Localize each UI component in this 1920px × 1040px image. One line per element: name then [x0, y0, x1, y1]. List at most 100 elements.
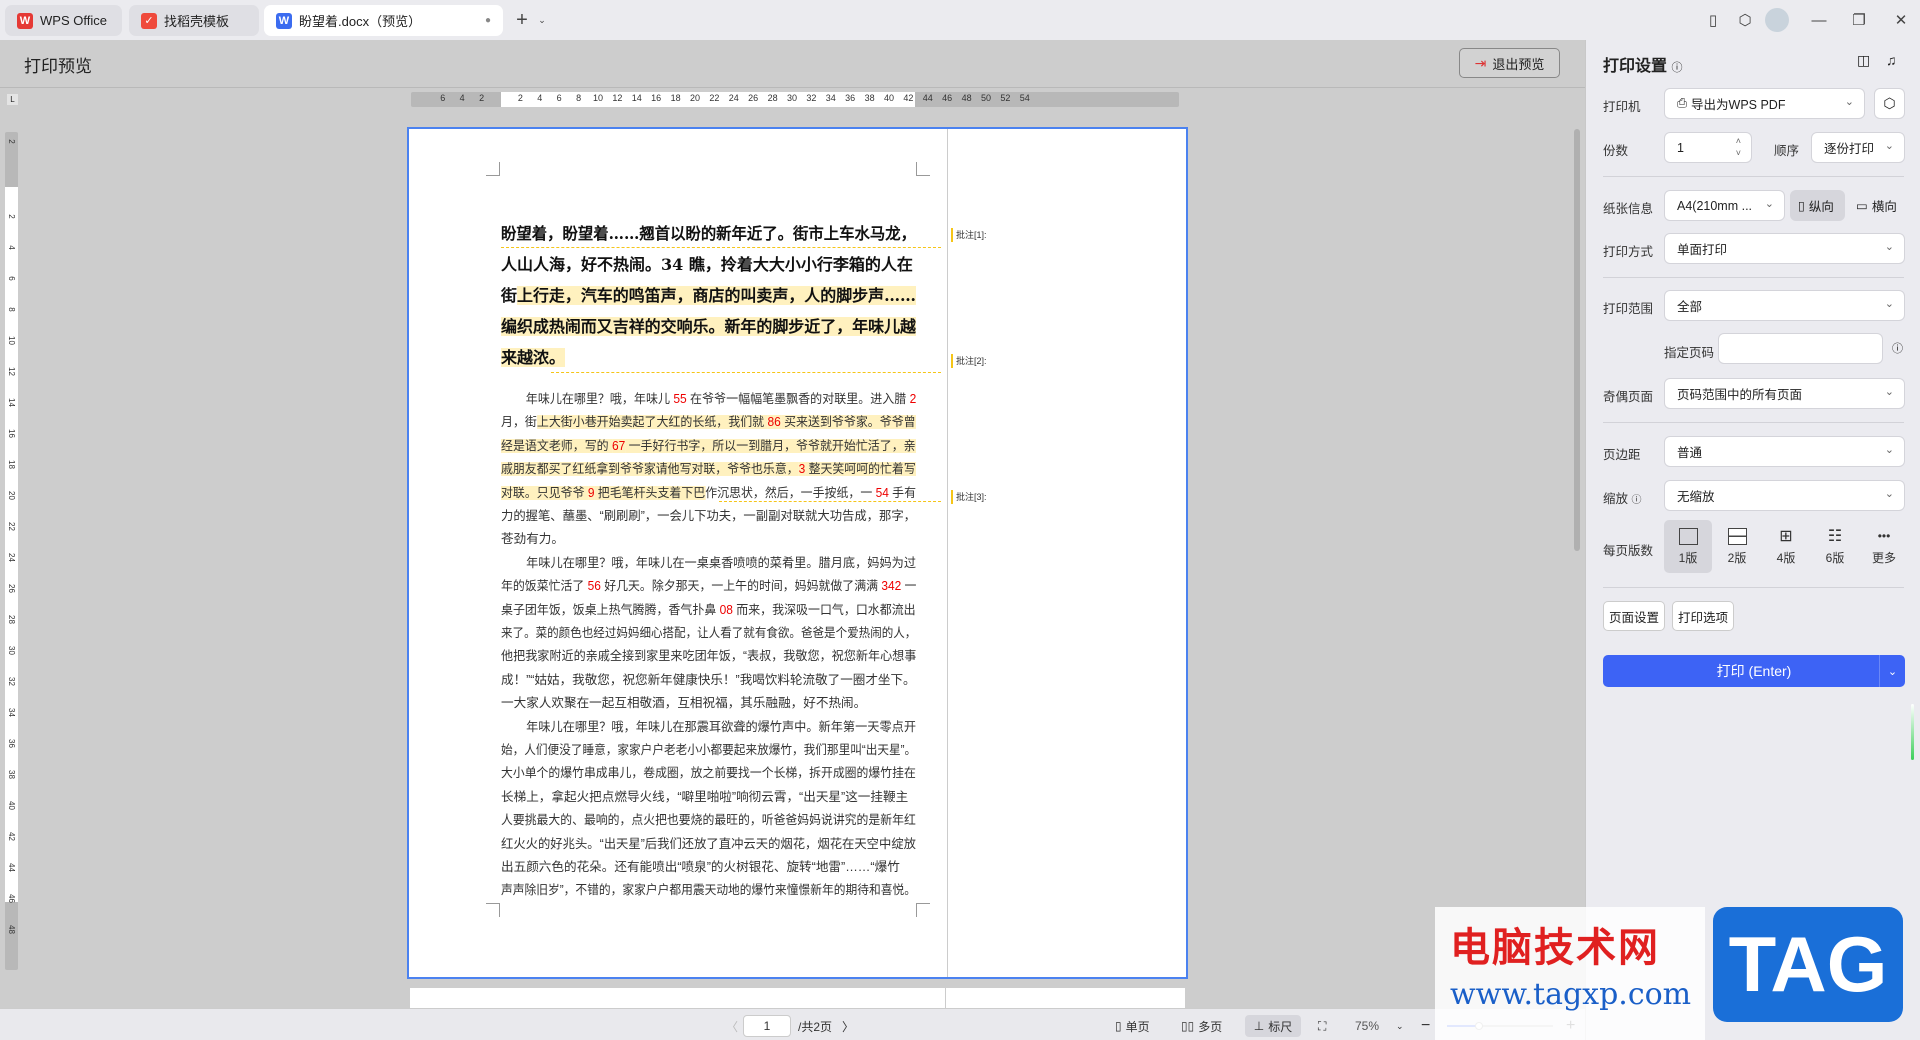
help-icon[interactable]: ⓘ	[1632, 495, 1642, 506]
chevron-down-icon: ⌄	[1884, 444, 1894, 456]
body-line: 他把我家附近的亲戚全接到家里来吃团年饭，“表叔，我敬您，祝您新年心想事	[501, 645, 916, 668]
body-line: 桌子团年饭，饭桌上热气腾腾，香气扑鼻 08 而来，我深吸一口气，口水都流出	[501, 599, 916, 622]
help-icon[interactable]: ⓘ	[1671, 62, 1682, 74]
print-range-label: 打印范围	[1603, 302, 1654, 316]
page-numbers-input[interactable]	[1718, 333, 1883, 364]
single-page-button[interactable]: ▯ 单页	[1115, 1015, 1150, 1037]
single-page-icon: ▯	[1115, 1019, 1122, 1033]
title-line: 人山人海，好不热闹。34 瞧，拎着大大小小行李箱的人在	[501, 249, 916, 280]
layout-2-per-sheet[interactable]: 2版	[1713, 520, 1761, 573]
layout-more[interactable]: ••• 更多	[1860, 520, 1908, 573]
body-line: 年味儿在哪里？哦，年味儿在一桌桌香喷喷的菜肴里。腊月底，妈妈为过	[501, 552, 916, 575]
ruler-tick-label: 2	[7, 139, 16, 144]
text-run: 年的饭菜忙活了	[501, 579, 588, 594]
text-run: 对联。只见爷爷	[501, 485, 588, 500]
tab-document-preview[interactable]: W 盼望着.docx（预览） ●	[264, 5, 503, 36]
zoom-level[interactable]: 75%	[1355, 1015, 1379, 1037]
paper-size-select[interactable]: A4(210mm ... ⌄	[1664, 190, 1785, 221]
layout-1-per-sheet[interactable]: 1版	[1664, 520, 1712, 573]
printer-settings-button[interactable]: ⬡	[1874, 88, 1905, 119]
ruler-toggle-button[interactable]: ⊥ 标尺	[1245, 1015, 1301, 1037]
tab-stop-selector[interactable]: L	[7, 94, 18, 105]
portrait-button[interactable]: ▯ 纵向	[1790, 190, 1845, 221]
tab-list-chevron-icon[interactable]: ⌄	[530, 8, 554, 32]
copies-stepper[interactable]: 1 ˄ ˅	[1664, 132, 1752, 163]
comment-marker-3[interactable]: 批注[3]:	[951, 490, 987, 504]
next-page-icon[interactable]: 〉	[842, 1015, 854, 1037]
text-run: 整天笑呵呵的忙着写	[805, 462, 916, 477]
print-options-button[interactable]: 打印选项	[1672, 601, 1734, 631]
margin-label: 页边距	[1603, 448, 1641, 462]
print-dropdown-chevron-icon[interactable]: ⌄	[1879, 655, 1905, 687]
prev-page-icon[interactable]: 〈	[726, 1015, 738, 1037]
text-run: 编织成热闹而又吉祥的交响乐。新年的脚步近了，年味儿越	[501, 317, 917, 336]
minimize-icon[interactable]: —	[1807, 8, 1831, 32]
print-range-select[interactable]: 全部 ⌄	[1664, 290, 1905, 321]
docer-icon: ✓	[141, 12, 157, 29]
page-number-input[interactable]: 1	[743, 1015, 791, 1037]
zoom-out-icon[interactable]: −	[1421, 1015, 1430, 1037]
margin-select[interactable]: 普通 ⌄	[1664, 436, 1905, 467]
scale-select[interactable]: 无缩放 ⌄	[1664, 480, 1905, 511]
printer-icon: ⎙	[1677, 96, 1688, 110]
exit-preview-button[interactable]: ⇥ 退出预览	[1459, 48, 1560, 78]
close-icon[interactable]: ✕	[1889, 8, 1913, 32]
single-page-label: 单页	[1125, 1019, 1150, 1034]
tab-label: 盼望着.docx（预览）	[299, 14, 422, 29]
zoom-dropdown-icon[interactable]: ⌄	[1396, 1015, 1404, 1037]
ruler-tick-label: 32	[806, 93, 817, 103]
ruler-tick-label: 42	[7, 832, 16, 841]
text-run: 来了。菜的颜色也经过妈妈细心搭配，让人看了就有食欲。爸爸是个爱热闹的人，	[501, 626, 917, 640]
order-select[interactable]: 逐份打印 ⌄	[1811, 132, 1905, 163]
preview-scrollbar[interactable]	[1573, 110, 1581, 990]
unsaved-dot-icon[interactable]: ●	[485, 15, 491, 26]
stepper-arrows-icon[interactable]: ˄ ˅	[1736, 135, 1741, 159]
ruler-tick-label: 10	[592, 93, 604, 103]
comment-marker-2[interactable]: 批注[2]:	[951, 354, 987, 368]
text-run: 街	[501, 286, 517, 305]
tab-label: WPS Office	[40, 13, 107, 28]
ruler-tick-label: 44	[922, 93, 933, 103]
multi-page-button[interactable]: ▯▯ 多页	[1181, 1015, 1222, 1037]
landscape-button[interactable]: ▭ 横向	[1850, 190, 1905, 221]
panel-scroll-indicator[interactable]	[1911, 704, 1914, 760]
ruler-tick-label: 54	[1019, 93, 1030, 103]
chevron-down-icon: ⌄	[1884, 298, 1894, 310]
text-run: 桌子团年饭，饭桌上热气腾腾，香气扑鼻	[501, 602, 720, 617]
ruler-tick-label: 34	[825, 93, 836, 103]
inline-number: 55	[673, 392, 687, 406]
headset-icon[interactable]: ♫	[1886, 52, 1897, 68]
layout-4-per-sheet[interactable]: ⊞ 4版	[1762, 520, 1810, 573]
restore-icon[interactable]: ❐	[1847, 8, 1871, 32]
device-icon[interactable]: ▯	[1701, 8, 1725, 32]
fit-page-icon[interactable]: ⛶	[1318, 1015, 1326, 1037]
horizontal-ruler[interactable]: 6 4 2 2 4 6 8 10 12 14 16 18 20 22 24 26 28 30 32 34 36 38 40 4…	[411, 92, 1179, 107]
vertical-ruler[interactable]: 2 2 4 6 8 10 12 14 16 18 20 22 24 26 28 30 32 34 36 38 40 42 4…	[5, 132, 18, 970]
tab-label: 找稻壳模板	[164, 14, 230, 29]
ruler-tick-label: 50	[980, 93, 992, 103]
ruler-tick-label: 38	[864, 93, 875, 103]
cube-icon[interactable]: ⬡	[1733, 8, 1757, 32]
body-line: 月，街上大街小巷开始卖起了大红的长纸，我们就 86 买来送到爷爷家。爷爷曾	[501, 411, 916, 434]
tab-docer-templates[interactable]: ✓ 找稻壳模板	[129, 5, 259, 36]
ruler-tick-label: 48	[7, 925, 16, 934]
page-setup-button[interactable]: 页面设置	[1603, 601, 1665, 631]
comment-marker-1[interactable]: 批注[1]:	[951, 228, 987, 242]
scrollbar-thumb[interactable]	[1574, 129, 1580, 551]
print-button[interactable]: 打印 (Enter) ⌄	[1603, 655, 1905, 687]
panel-layout-icon[interactable]: ◫	[1857, 52, 1870, 69]
printer-select[interactable]: ⎙ 导出为WPS PDF ⌄	[1664, 88, 1865, 119]
ruler-tick-label: 40	[883, 93, 895, 103]
help-icon[interactable]: ⓘ	[1892, 340, 1903, 356]
tab-bar: W WPS Office ✓ 找稻壳模板 W 盼望着.docx（预览） ● + …	[0, 0, 1920, 40]
exit-icon: ⇥	[1474, 54, 1487, 71]
avatar[interactable]	[1765, 8, 1789, 32]
odd-even-select[interactable]: 页码范围中的所有页面 ⌄	[1664, 378, 1905, 409]
ruler-tick-label: 22	[709, 93, 720, 103]
inline-number: 08	[719, 602, 733, 617]
body-line: 大小单个的爆竹串成串儿，卷成圈，放之前要找一个长梯，拆开成圈的爆竹挂在	[501, 762, 916, 785]
print-mode-select[interactable]: 单面打印 ⌄	[1664, 233, 1905, 264]
layout-6-per-sheet[interactable]: ☷ 6版	[1811, 520, 1859, 573]
layout-2-icon	[1727, 527, 1747, 545]
tab-wps-office[interactable]: W WPS Office	[5, 5, 122, 36]
